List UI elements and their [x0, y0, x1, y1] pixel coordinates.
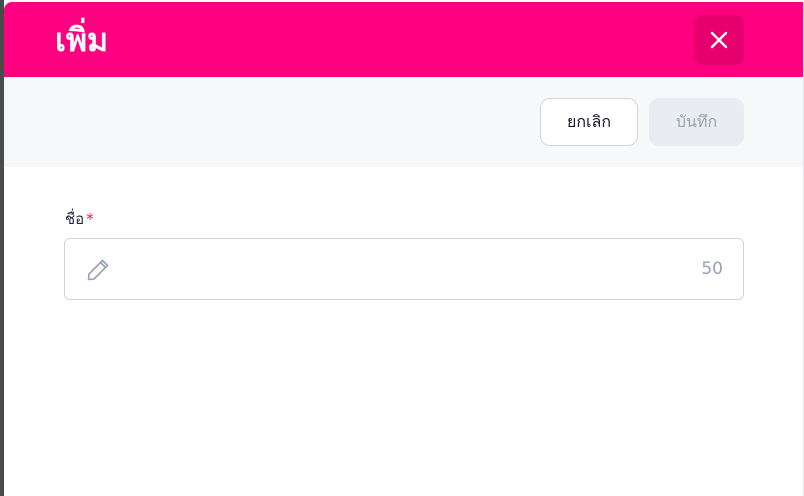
- dialog-title: เพิ่ม: [55, 21, 109, 59]
- cancel-button[interactable]: ยกเลิก: [540, 98, 638, 146]
- name-input[interactable]: [123, 249, 683, 289]
- dialog-toolbar: ยกเลิก บันทึก: [4, 77, 803, 167]
- dialog-window: เพิ่ม ยกเลิก บันทึก ชื่อ * 50: [0, 0, 804, 496]
- name-label-text: ชื่อ: [65, 210, 85, 228]
- name-field-label: ชื่อ *: [65, 209, 94, 229]
- dialog-header: เพิ่ม: [4, 2, 803, 77]
- close-button[interactable]: [694, 15, 744, 65]
- required-marker: *: [86, 210, 94, 228]
- char-limit-counter: 50: [701, 259, 723, 279]
- pencil-icon: [87, 259, 109, 281]
- save-button[interactable]: บันทึก: [649, 98, 744, 146]
- close-icon: [710, 31, 728, 49]
- name-field[interactable]: 50: [64, 238, 744, 300]
